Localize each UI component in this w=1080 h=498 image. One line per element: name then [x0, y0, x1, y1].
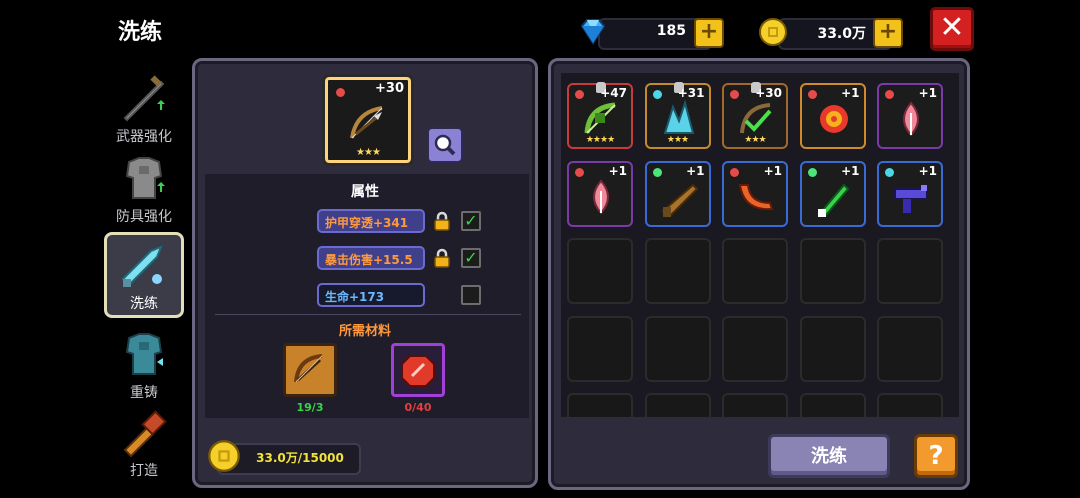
inventory-item[interactable]: +1 — [877, 160, 943, 227]
item-stars: ★★★ — [666, 135, 689, 145]
empty-slot[interactable] — [644, 393, 711, 417]
empty-slot[interactable] — [799, 393, 866, 417]
gold-coin-icon — [759, 18, 787, 46]
forge-icon — [123, 410, 167, 458]
nav-label: 打造 — [130, 463, 158, 479]
inventory-item[interactable]: +30 ★★★ — [722, 82, 788, 149]
materials-title: 所需材料 — [338, 324, 391, 339]
item-stars: ★★★★ — [585, 135, 615, 145]
nav-item-weapon-upgrade[interactable]: 武器强化 — [104, 72, 184, 146]
inventory-item[interactable]: +1 — [799, 83, 866, 149]
gold-coin-icon — [208, 440, 240, 472]
purple-gun-icon — [894, 184, 928, 213]
inventory-item[interactable]: +1 — [722, 160, 788, 227]
empty-slot[interactable] — [877, 393, 943, 417]
cost-text: 33.0万/15000 — [256, 451, 344, 465]
pink-leaf-icon — [593, 178, 609, 215]
nav-item-recast[interactable]: 重铸 — [104, 328, 184, 402]
shotgun-icon — [660, 183, 698, 217]
refine-button[interactable]: 洗练 — [768, 434, 890, 478]
empty-slot[interactable] — [644, 315, 711, 382]
add-gold-button[interactable]: + — [873, 18, 903, 48]
nav-label: 防具强化 — [116, 209, 172, 225]
recast-icon — [125, 333, 163, 375]
material-count: 0/40 — [404, 401, 432, 414]
attribute-armor-pierce: 护甲穿透+341 — [317, 209, 425, 233]
empty-slot[interactable] — [644, 238, 711, 304]
inventory-item[interactable]: +1 — [567, 160, 633, 227]
equipped-level: +30 — [375, 81, 404, 96]
empty-slot[interactable] — [799, 315, 866, 382]
inventory-grid: +47 ★★★★ +31 ★★★ +30 ★★★ +1 +1 +1 +1 +1 +1 +1 — [561, 73, 959, 417]
magnifier-icon — [434, 134, 456, 156]
pink-leaf-icon — [903, 101, 919, 137]
nav-label: 洗练 — [130, 296, 158, 312]
equipped-stars: ★★★ — [356, 147, 381, 158]
bow-icon — [350, 106, 383, 139]
padlock-icon[interactable] — [433, 248, 451, 268]
empty-slot[interactable] — [722, 393, 788, 417]
gold-amount: 33.0万 — [817, 26, 866, 42]
help-button[interactable]: ? — [914, 434, 958, 478]
boomerang-icon — [738, 183, 774, 210]
material-count: 19/3 — [296, 401, 324, 414]
red-stone-material-icon — [401, 355, 435, 387]
nav-item-refine[interactable]: 洗练 — [104, 232, 184, 318]
refine-icon — [121, 245, 163, 287]
empty-slot[interactable] — [877, 238, 943, 304]
inspect-button[interactable] — [427, 127, 463, 163]
nav-item-armor-upgrade[interactable]: 防具强化 — [104, 152, 184, 226]
empty-slot[interactable] — [799, 238, 866, 304]
padlock-icon[interactable] — [433, 211, 451, 231]
material-slot[interactable] — [283, 343, 337, 397]
diamond-amount: 185 — [656, 23, 686, 39]
empty-slot[interactable] — [567, 393, 633, 417]
attribute-hp: 生命+173 — [317, 283, 425, 307]
nav-label: 武器强化 — [116, 129, 172, 145]
inventory-item[interactable]: +47 ★★★★ — [567, 82, 633, 149]
empty-slot[interactable] — [567, 238, 633, 304]
attribute-checkbox[interactable]: ✓ — [461, 211, 481, 231]
empty-slot[interactable] — [877, 315, 943, 382]
divider — [215, 314, 521, 315]
equipped-item-slot[interactable]: +30 ★★★ — [322, 74, 414, 166]
material-slot[interactable] — [391, 343, 445, 397]
red-flower-icon — [819, 105, 848, 133]
inventory-item[interactable]: +31 ★★★ — [644, 82, 711, 149]
close-button[interactable]: ✕ — [930, 7, 974, 51]
item-stars: ★★★ — [744, 135, 766, 145]
inventory-panel: +47 ★★★★ +31 ★★★ +30 ★★★ +1 +1 +1 +1 +1 +1 +1 — [548, 58, 970, 490]
crossbow-material-icon — [294, 354, 323, 383]
page-title: 洗练 — [118, 20, 163, 45]
add-diamonds-button[interactable]: + — [694, 18, 724, 48]
attributes-title: 属性 — [351, 184, 379, 200]
diamond-icon — [580, 19, 606, 45]
attribute-checkbox[interactable]: ✓ — [461, 248, 481, 268]
sword-upgrade-icon — [123, 75, 165, 122]
attribute-crit-damage: 暴击伤害+15.5 — [317, 246, 425, 270]
nav-label: 重铸 — [130, 385, 158, 401]
green-dagger-icon — [817, 183, 849, 217]
armor-upgrade-icon — [125, 157, 165, 199]
refine-panel: +30 ★★★ 属性 护甲穿透+341 ✓ 暴击伤害+15.5 ✓ 生命+173… — [192, 58, 538, 488]
gem-icon — [336, 88, 345, 97]
empty-slot[interactable] — [722, 238, 788, 304]
inventory-item[interactable]: +1 — [644, 160, 711, 227]
inventory-item[interactable]: +1 — [799, 160, 866, 227]
empty-slot[interactable] — [567, 315, 633, 382]
empty-slot[interactable] — [722, 315, 788, 382]
inventory-item[interactable]: +1 — [877, 83, 943, 149]
attribute-checkbox[interactable] — [461, 285, 481, 305]
nav-item-forge[interactable]: 打造 — [104, 406, 184, 480]
